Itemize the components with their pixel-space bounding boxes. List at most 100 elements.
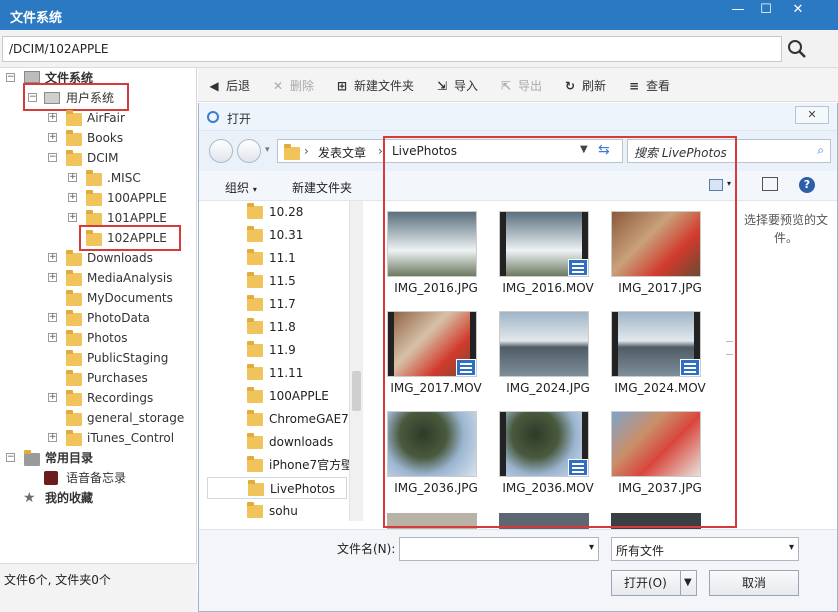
folder-icon: [66, 390, 82, 406]
folder-icon: [247, 295, 263, 311]
tree-node-books[interactable]: + Books: [0, 128, 196, 148]
tree-node-common-dirs[interactable]: − 常用目录: [0, 448, 196, 468]
maximize-button[interactable]: ☐: [752, 0, 780, 22]
nav-item[interactable]: sohu: [207, 500, 347, 522]
chevron-down-icon[interactable]: ▾: [789, 542, 794, 553]
tree-node-general-storage[interactable]: general_storage: [0, 408, 196, 428]
help-icon[interactable]: ?: [799, 177, 815, 193]
tree-node-dcim[interactable]: − DCIM: [0, 148, 196, 168]
breadcrumb-item[interactable]: 发表文章: [318, 144, 366, 161]
expand-icon[interactable]: +: [68, 213, 77, 222]
tree-node-favorites[interactable]: ★ 我的收藏: [0, 488, 196, 508]
preview-pane-icon[interactable]: [762, 177, 778, 191]
expand-icon[interactable]: +: [48, 313, 57, 322]
chevron-down-icon[interactable]: ▼: [684, 571, 692, 595]
delete-button[interactable]: ✕ 删除: [270, 77, 314, 95]
expand-icon[interactable]: +: [68, 193, 77, 202]
folder-icon: [24, 450, 40, 466]
collapse-icon[interactable]: −: [6, 73, 15, 82]
tree-node-mydocuments[interactable]: MyDocuments: [0, 288, 196, 308]
filename-input[interactable]: ▾: [399, 537, 599, 561]
folder-icon: [86, 170, 102, 186]
folder-icon: [284, 144, 300, 160]
filename-label: 文件名(N):: [337, 542, 396, 556]
expand-icon[interactable]: +: [48, 273, 57, 282]
nav-item-label: sohu: [269, 504, 298, 518]
nav-item[interactable]: 10.28: [207, 201, 347, 223]
nav-item[interactable]: 10.31: [207, 224, 347, 246]
expand-icon[interactable]: +: [48, 113, 57, 122]
path-input[interactable]: /DCIM/102APPLE: [2, 36, 782, 62]
tree-node-100apple[interactable]: + 100APPLE: [0, 188, 196, 208]
filetype-select[interactable]: 所有文件 ▾: [611, 537, 799, 561]
tree-node-misc[interactable]: + .MISC: [0, 168, 196, 188]
chevron-down-icon[interactable]: ▾: [589, 542, 594, 553]
expand-icon[interactable]: +: [48, 253, 57, 262]
dialog-forward-button[interactable]: [237, 139, 261, 163]
tree-node-downloads[interactable]: + Downloads: [0, 248, 196, 268]
nav-item[interactable]: downloads: [207, 431, 347, 453]
expand-icon[interactable]: +: [48, 333, 57, 342]
back-button[interactable]: ◀ 后退: [206, 77, 250, 95]
refresh-button[interactable]: ↻ 刷新: [562, 77, 606, 95]
window-titlebar: 文件系统 — ☐ ✕: [0, 0, 838, 30]
nav-item[interactable]: 11.1: [207, 247, 347, 269]
nav-item[interactable]: 100APPLE: [207, 385, 347, 407]
nav-scrollbar[interactable]: [349, 201, 363, 521]
organize-button[interactable]: 组织 ▾: [225, 179, 257, 196]
minimize-button[interactable]: —: [724, 0, 752, 22]
dialog-new-folder-button[interactable]: 新建文件夹: [292, 179, 352, 196]
nav-item[interactable]: iPhone7官方壁: [207, 454, 349, 476]
folder-icon: [66, 250, 82, 266]
folder-icon: [247, 203, 263, 219]
expand-icon[interactable]: +: [48, 393, 57, 402]
expand-icon[interactable]: +: [68, 173, 77, 182]
close-button[interactable]: ✕: [784, 0, 812, 22]
nav-item-livephotos[interactable]: LivePhotos: [207, 477, 347, 499]
tree-node-label: 常用目录: [45, 451, 94, 465]
tree-node-recordings[interactable]: + Recordings: [0, 388, 196, 408]
tree-node-photodata[interactable]: + PhotoData: [0, 308, 196, 328]
import-label: 导入: [454, 79, 479, 93]
search-icon[interactable]: [786, 38, 808, 60]
collapse-icon[interactable]: −: [6, 453, 15, 462]
organize-label: 组织: [225, 181, 250, 195]
cancel-button[interactable]: 取消: [709, 570, 799, 596]
tree-node-purchases[interactable]: Purchases: [0, 368, 196, 388]
import-button[interactable]: ⇲ 导入: [434, 77, 478, 95]
tree-node-itunes-control[interactable]: + iTunes_Control: [0, 428, 196, 448]
nav-item[interactable]: 11.5: [207, 270, 347, 292]
nav-item-label: downloads: [269, 435, 334, 449]
open-button[interactable]: 打开(O) ▼: [611, 570, 697, 596]
folder-icon: [66, 370, 82, 386]
nav-item[interactable]: 11.9: [207, 339, 347, 361]
collapse-icon[interactable]: −: [48, 153, 57, 162]
history-dropdown-icon[interactable]: ▾: [265, 145, 270, 155]
tree-node-label: MediaAnalysis: [87, 271, 173, 285]
search-icon[interactable]: ⌕: [817, 143, 824, 158]
tree-node-voice-memo[interactable]: 语音备忘录: [0, 468, 196, 488]
tree-node-mediaanalysis[interactable]: + MediaAnalysis: [0, 268, 196, 288]
dialog-close-button[interactable]: ✕: [795, 106, 829, 124]
tree-node-label: Recordings: [87, 391, 154, 405]
export-button[interactable]: ⇱ 导出: [498, 77, 542, 95]
folder-icon: [247, 364, 263, 380]
dialog-back-button[interactable]: [209, 139, 233, 163]
expand-icon[interactable]: +: [48, 133, 57, 142]
nav-item[interactable]: 11.7: [207, 293, 347, 315]
nav-item[interactable]: 11.8: [207, 316, 347, 338]
nav-item[interactable]: 11.11: [207, 362, 347, 384]
tree-node-photos[interactable]: + Photos: [0, 328, 196, 348]
tree-node-airfair[interactable]: + AirFair: [0, 108, 196, 128]
path-bar: /DCIM/102APPLE: [0, 30, 838, 68]
nav-item[interactable]: ChromeGAE7.: [207, 408, 349, 430]
status-bar: 文件6个, 文件夹0个: [0, 563, 197, 592]
view-button[interactable]: ≡ 查看: [626, 77, 670, 95]
expand-icon[interactable]: +: [48, 433, 57, 442]
refresh-icon: ↻: [564, 79, 576, 93]
nav-item-label: 11.9: [269, 343, 296, 357]
folder-icon: [247, 249, 263, 265]
scrollbar-thumb[interactable]: [352, 371, 361, 411]
new-folder-button[interactable]: ⊞ 新建文件夹: [334, 77, 414, 95]
tree-node-publicstaging[interactable]: PublicStaging: [0, 348, 196, 368]
